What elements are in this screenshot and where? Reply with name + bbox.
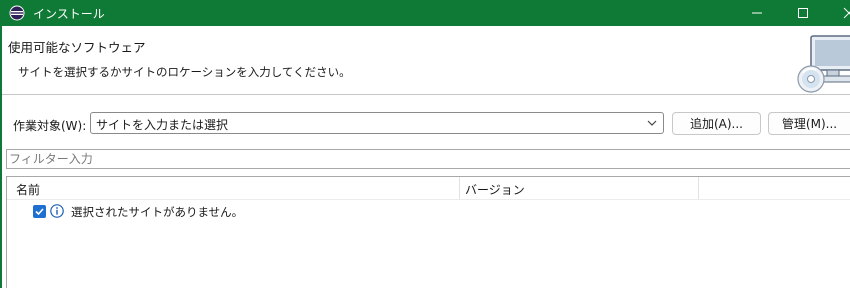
software-table[interactable]: 名前 バージョン 選択されたサイトがありません。: [6, 176, 850, 288]
title-bar[interactable]: インストール: [0, 0, 850, 26]
filter-field[interactable]: [6, 149, 850, 169]
window-title: インストール: [33, 7, 105, 21]
column-divider[interactable]: [459, 177, 460, 199]
computer-cd-install-icon: [797, 35, 850, 93]
row-name: 選択されたサイトがありません。: [71, 205, 244, 219]
work-with-label: 作業対象(W):: [13, 119, 87, 133]
close-icon: [843, 7, 850, 19]
info-icon: [50, 204, 64, 218]
page-title: 使用可能なソフトウェア: [8, 40, 146, 55]
maximize-button[interactable]: [780, 0, 826, 26]
page-description: サイトを選択するかサイトのロケーションを入力してください。: [18, 65, 351, 79]
banner-separator: [2, 94, 850, 95]
column-divider[interactable]: [698, 177, 699, 199]
minimize-button[interactable]: [734, 0, 780, 26]
close-button[interactable]: [826, 0, 850, 26]
table-header: 名前 バージョン: [7, 177, 850, 200]
eclipse-icon: [9, 5, 25, 21]
row-checkbox[interactable]: [33, 205, 46, 218]
column-header-name[interactable]: 名前: [16, 181, 40, 198]
minimize-icon: [752, 12, 762, 14]
work-with-combo-value: サイトを入力または選択: [96, 118, 229, 132]
manage-sites-button[interactable]: 管理(M)...: [768, 112, 850, 135]
checkmark-icon: [35, 208, 44, 216]
add-site-button[interactable]: 追加(A)...: [672, 112, 761, 135]
wizard-banner: 使用可能なソフトウェア サイトを選択するかサイトのロケーションを入力してください…: [2, 26, 850, 94]
chevron-down-icon[interactable]: [646, 117, 658, 129]
table-row[interactable]: 選択されたサイトがありません。: [7, 201, 850, 221]
column-header-version[interactable]: バージョン: [465, 181, 525, 198]
filter-input[interactable]: [9, 151, 839, 167]
maximize-icon: [798, 8, 808, 18]
work-with-combo[interactable]: サイトを入力または選択: [90, 112, 664, 134]
